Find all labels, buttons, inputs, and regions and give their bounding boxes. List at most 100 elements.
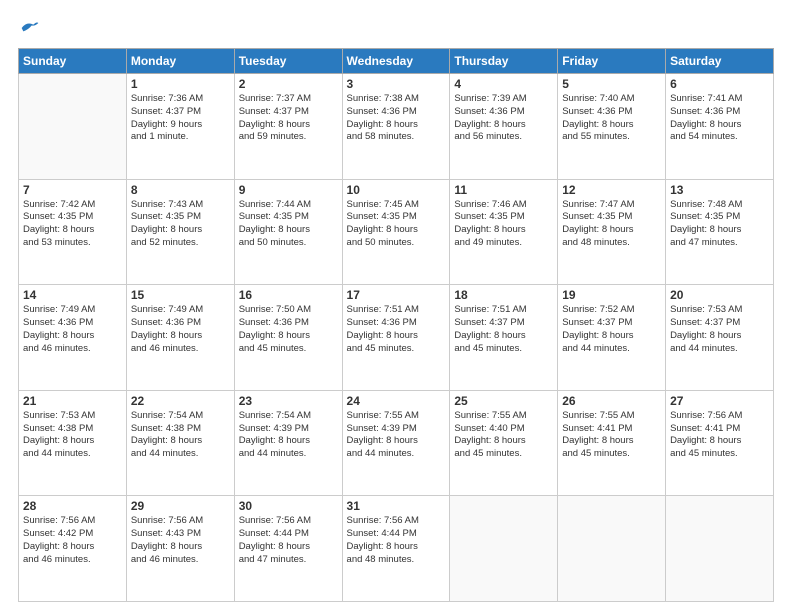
calendar-cell: 3Sunrise: 7:38 AMSunset: 4:36 PMDaylight…	[342, 74, 450, 180]
calendar-cell: 18 Sunrise: 7:51 AMSunset: 4:37 PMDayligh…	[450, 285, 558, 391]
calendar-cell: 5 Sunrise: 7:40 AMSunset: 4:36 PMDaylight…	[558, 74, 666, 180]
day-number: 29	[131, 499, 230, 513]
header	[18, 18, 774, 38]
day-number: 20	[670, 288, 769, 302]
calendar-cell	[19, 74, 127, 180]
day-number: 25	[454, 394, 553, 408]
calendar-cell: 19 Sunrise: 7:52 AMSunset: 4:37 PMDayligh…	[558, 285, 666, 391]
day-info: Sunrise: 7:45 AMSunset: 4:35 PMDaylight:…	[347, 199, 446, 250]
calendar-cell: 11 Sunrise: 7:46 AMSunset: 4:35 PMDayligh…	[450, 179, 558, 285]
day-number: 27	[670, 394, 769, 408]
day-info: Sunrise: 7:55 AMSunset: 4:41 PMDaylight:…	[562, 410, 661, 461]
day-number: 7	[23, 183, 122, 197]
calendar-cell	[558, 496, 666, 602]
calendar-week-row: 7 Sunrise: 7:42 AMSunset: 4:35 PMDaylight…	[19, 179, 774, 285]
day-info: Sunrise: 7:51 AMSunset: 4:37 PMDaylight:…	[454, 304, 553, 355]
day-number: 21	[23, 394, 122, 408]
calendar-cell: 23 Sunrise: 7:54 AMSunset: 4:39 PMDayligh…	[234, 390, 342, 496]
calendar-cell: 14 Sunrise: 7:49 AMSunset: 4:36 PMDayligh…	[19, 285, 127, 391]
day-info: Sunrise: 7:41 AMSunset: 4:36 PMDaylight:…	[670, 93, 769, 144]
calendar-cell: 10 Sunrise: 7:45 AMSunset: 4:35 PMDayligh…	[342, 179, 450, 285]
calendar-cell: 8Sunrise: 7:43 AMSunset: 4:35 PMDaylight…	[126, 179, 234, 285]
day-number: 10	[347, 183, 446, 197]
calendar-page: SundayMondayTuesdayWednesdayThursdayFrid…	[0, 0, 792, 612]
day-number: 11	[454, 183, 553, 197]
day-number: 19	[562, 288, 661, 302]
calendar-cell: 21 Sunrise: 7:53 AMSunset: 4:38 PMDayligh…	[19, 390, 127, 496]
day-number: 23	[239, 394, 338, 408]
day-info: Sunrise: 7:56 AMSunset: 4:41 PMDaylight:…	[670, 410, 769, 461]
day-info: Sunrise: 7:54 AMSunset: 4:39 PMDaylight:…	[239, 410, 338, 461]
logo	[18, 18, 40, 38]
day-info: Sunrise: 7:42 AMSunset: 4:35 PMDaylight:…	[23, 199, 122, 250]
calendar-cell: 26Sunrise: 7:55 AMSunset: 4:41 PMDayligh…	[558, 390, 666, 496]
weekday-header-friday: Friday	[558, 49, 666, 74]
day-info: Sunrise: 7:44 AMSunset: 4:35 PMDaylight:…	[239, 199, 338, 250]
day-number: 1	[131, 77, 230, 91]
day-info: Sunrise: 7:47 AMSunset: 4:35 PMDaylight:…	[562, 199, 661, 250]
day-number: 18	[454, 288, 553, 302]
day-info: Sunrise: 7:46 AMSunset: 4:35 PMDaylight:…	[454, 199, 553, 250]
day-info: Sunrise: 7:39 AMSunset: 4:36 PMDaylight:…	[454, 93, 553, 144]
calendar-cell: 30 Sunrise: 7:56 AMSunset: 4:44 PMDayligh…	[234, 496, 342, 602]
day-number: 4	[454, 77, 553, 91]
day-number: 13	[670, 183, 769, 197]
day-number: 14	[23, 288, 122, 302]
calendar-week-row: 21 Sunrise: 7:53 AMSunset: 4:38 PMDayligh…	[19, 390, 774, 496]
calendar-cell: 2Sunrise: 7:37 AMSunset: 4:37 PMDaylight…	[234, 74, 342, 180]
calendar-cell: 24 Sunrise: 7:55 AMSunset: 4:39 PMDayligh…	[342, 390, 450, 496]
weekday-header-sunday: Sunday	[19, 49, 127, 74]
day-number: 12	[562, 183, 661, 197]
day-info: Sunrise: 7:56 AMSunset: 4:43 PMDaylight:…	[131, 515, 230, 566]
weekday-header-thursday: Thursday	[450, 49, 558, 74]
calendar-cell: 25 Sunrise: 7:55 AMSunset: 4:40 PMDayligh…	[450, 390, 558, 496]
day-info: Sunrise: 7:49 AMSunset: 4:36 PMDaylight:…	[23, 304, 122, 355]
calendar-cell: 1 Sunrise: 7:36 AMSunset: 4:37 PMDaylight…	[126, 74, 234, 180]
weekday-header-monday: Monday	[126, 49, 234, 74]
day-info: Sunrise: 7:56 AMSunset: 4:44 PMDaylight:…	[347, 515, 446, 566]
calendar-cell: 4 Sunrise: 7:39 AMSunset: 4:36 PMDaylight…	[450, 74, 558, 180]
day-info: Sunrise: 7:55 AMSunset: 4:39 PMDaylight:…	[347, 410, 446, 461]
calendar-cell: 9 Sunrise: 7:44 AMSunset: 4:35 PMDaylight…	[234, 179, 342, 285]
calendar-week-row: 28 Sunrise: 7:56 AMSunset: 4:42 PMDayligh…	[19, 496, 774, 602]
day-number: 30	[239, 499, 338, 513]
day-info: Sunrise: 7:49 AMSunset: 4:36 PMDaylight:…	[131, 304, 230, 355]
calendar-cell	[450, 496, 558, 602]
day-number: 9	[239, 183, 338, 197]
calendar-cell: 15 Sunrise: 7:49 AMSunset: 4:36 PMDayligh…	[126, 285, 234, 391]
calendar-cell: 6 Sunrise: 7:41 AMSunset: 4:36 PMDaylight…	[666, 74, 774, 180]
calendar-week-row: 14 Sunrise: 7:49 AMSunset: 4:36 PMDayligh…	[19, 285, 774, 391]
weekday-header-saturday: Saturday	[666, 49, 774, 74]
day-info: Sunrise: 7:53 AMSunset: 4:38 PMDaylight:…	[23, 410, 122, 461]
calendar-cell: 12 Sunrise: 7:47 AMSunset: 4:35 PMDayligh…	[558, 179, 666, 285]
day-info: Sunrise: 7:55 AMSunset: 4:40 PMDaylight:…	[454, 410, 553, 461]
calendar-cell: 31 Sunrise: 7:56 AMSunset: 4:44 PMDayligh…	[342, 496, 450, 602]
calendar-cell: 27 Sunrise: 7:56 AMSunset: 4:41 PMDayligh…	[666, 390, 774, 496]
day-info: Sunrise: 7:38 AMSunset: 4:36 PMDaylight:…	[347, 93, 446, 144]
calendar-table: SundayMondayTuesdayWednesdayThursdayFrid…	[18, 48, 774, 602]
day-number: 31	[347, 499, 446, 513]
day-number: 17	[347, 288, 446, 302]
day-number: 24	[347, 394, 446, 408]
day-info: Sunrise: 7:56 AMSunset: 4:42 PMDaylight:…	[23, 515, 122, 566]
calendar-cell	[666, 496, 774, 602]
calendar-cell: 17 Sunrise: 7:51 AMSunset: 4:36 PMDayligh…	[342, 285, 450, 391]
day-info: Sunrise: 7:50 AMSunset: 4:36 PMDaylight:…	[239, 304, 338, 355]
day-number: 6	[670, 77, 769, 91]
day-info: Sunrise: 7:52 AMSunset: 4:37 PMDaylight:…	[562, 304, 661, 355]
calendar-cell: 20 Sunrise: 7:53 AMSunset: 4:37 PMDayligh…	[666, 285, 774, 391]
day-number: 16	[239, 288, 338, 302]
day-info: Sunrise: 7:51 AMSunset: 4:36 PMDaylight:…	[347, 304, 446, 355]
day-info: Sunrise: 7:53 AMSunset: 4:37 PMDaylight:…	[670, 304, 769, 355]
weekday-header-tuesday: Tuesday	[234, 49, 342, 74]
day-info: Sunrise: 7:54 AMSunset: 4:38 PMDaylight:…	[131, 410, 230, 461]
day-number: 28	[23, 499, 122, 513]
day-number: 15	[131, 288, 230, 302]
day-info: Sunrise: 7:48 AMSunset: 4:35 PMDaylight:…	[670, 199, 769, 250]
day-info: Sunrise: 7:56 AMSunset: 4:44 PMDaylight:…	[239, 515, 338, 566]
calendar-cell: 13 Sunrise: 7:48 AMSunset: 4:35 PMDayligh…	[666, 179, 774, 285]
day-info: Sunrise: 7:36 AMSunset: 4:37 PMDaylight:…	[131, 93, 230, 144]
day-info: Sunrise: 7:40 AMSunset: 4:36 PMDaylight:…	[562, 93, 661, 144]
day-number: 5	[562, 77, 661, 91]
logo-bird-icon	[20, 18, 40, 38]
